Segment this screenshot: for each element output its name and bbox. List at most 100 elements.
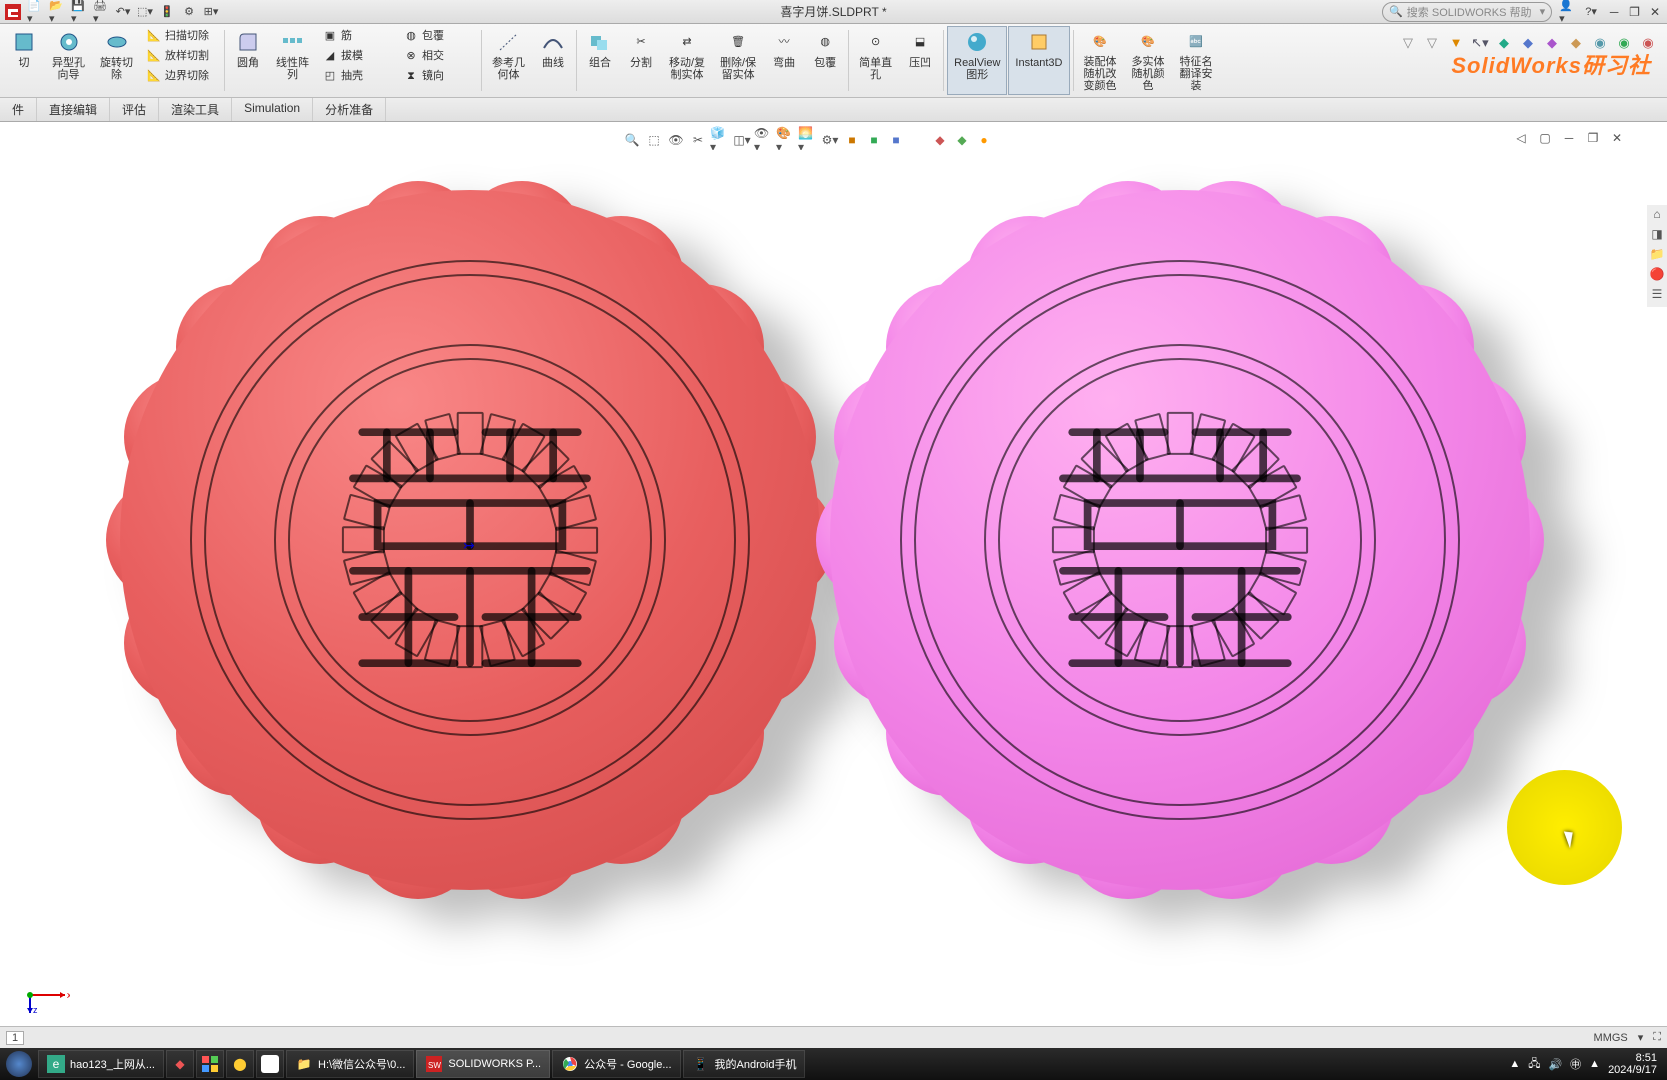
- task-app4[interactable]: [256, 1050, 284, 1078]
- revolved-cut-button[interactable]: 旋转切 除: [93, 26, 140, 95]
- open-icon[interactable]: 📂▾: [48, 3, 66, 21]
- appearance-icon[interactable]: 🎨▾: [776, 130, 796, 150]
- rebuild-icon[interactable]: 🚦: [158, 3, 176, 21]
- vp-close-icon[interactable]: ✕: [1607, 128, 1627, 148]
- restore-button[interactable]: ❐: [1627, 5, 1643, 21]
- taskpane-library-icon[interactable]: 📁: [1648, 247, 1666, 265]
- vp-right-icon[interactable]: ▢: [1535, 128, 1555, 148]
- task-app1[interactable]: ◆: [166, 1050, 194, 1078]
- task-android[interactable]: 📱我的Android手机: [683, 1050, 806, 1078]
- units-label[interactable]: MMGS: [1594, 1032, 1628, 1044]
- filter-icon[interactable]: ▽: [1399, 35, 1417, 53]
- undo-icon[interactable]: ↶▾: [114, 3, 132, 21]
- vp-max-icon[interactable]: ❐: [1583, 128, 1603, 148]
- prev-view-icon[interactable]: 👁: [666, 130, 686, 150]
- status-dropdown-icon[interactable]: ▾: [1638, 1031, 1644, 1044]
- mooncake-pink[interactable]: [830, 190, 1530, 890]
- simple-hole-button[interactable]: ⊙简单直 孔: [852, 26, 899, 95]
- cube3-icon[interactable]: ■: [886, 130, 906, 150]
- vp-left-icon[interactable]: ◁: [1511, 128, 1531, 148]
- indent-button[interactable]: ⬓压凹: [900, 26, 940, 95]
- tab-render-tools[interactable]: 渲染工具: [159, 98, 232, 121]
- cube2-icon[interactable]: ■: [864, 130, 884, 150]
- tab-parts[interactable]: 件: [0, 98, 37, 121]
- zoom-area-icon[interactable]: ⬚: [644, 130, 664, 150]
- options-icon[interactable]: ⚙: [180, 3, 198, 21]
- taskpane-properties-icon[interactable]: ☰: [1648, 287, 1666, 305]
- cut-button[interactable]: 切: [4, 26, 44, 95]
- mooncake-red[interactable]: ↣: [120, 190, 820, 890]
- rib-button[interactable]: ▣筋: [317, 26, 397, 46]
- tray-alert-icon[interactable]: ▲: [1589, 1058, 1600, 1070]
- wrap2-button[interactable]: ◍包覆: [805, 26, 845, 95]
- settings-icon[interactable]: ⊞▾: [202, 3, 220, 21]
- sheet-tab[interactable]: 1: [6, 1031, 24, 1045]
- realview-button[interactable]: RealView 图形: [947, 26, 1007, 95]
- tab-evaluate[interactable]: 评估: [110, 98, 159, 121]
- ref-geometry-button[interactable]: 参考几 何体: [485, 26, 532, 95]
- delete-keep-button[interactable]: 🗑删除/保 留实体: [713, 26, 763, 95]
- new-icon[interactable]: 📄▾: [26, 3, 44, 21]
- zoom-fit-icon[interactable]: 🔍: [622, 130, 642, 150]
- move-copy-button[interactable]: ⇄移动/复 制实体: [662, 26, 712, 95]
- vp-min-icon[interactable]: ─: [1559, 128, 1579, 148]
- display-style-icon[interactable]: ◫▾: [732, 130, 752, 150]
- scene-icon[interactable]: 🌅▾: [798, 130, 818, 150]
- help-search-input[interactable]: 🔍搜索 SOLIDWORKS 帮助▾: [1382, 2, 1552, 22]
- view-orient-icon[interactable]: 🧊▾: [710, 130, 730, 150]
- extra1-icon[interactable]: ◆: [930, 130, 950, 150]
- wrap-button[interactable]: ◍包覆: [398, 26, 478, 46]
- loft-cut-button[interactable]: 📐放样切割: [141, 46, 221, 66]
- task-folder[interactable]: 📁H:\微信公众号\0...: [286, 1050, 414, 1078]
- cube1-icon[interactable]: ■: [842, 130, 862, 150]
- axis-triad[interactable]: x z: [20, 965, 70, 1015]
- taskpane-resources-icon[interactable]: ◨: [1648, 227, 1666, 245]
- intersect-button[interactable]: ⊗相交: [398, 46, 478, 66]
- flex-button[interactable]: 〰弯曲: [764, 26, 804, 95]
- boundary-cut-button[interactable]: 📐边界切除: [141, 66, 221, 86]
- tray-ime-icon[interactable]: ㊥: [1570, 1056, 1581, 1072]
- task-app3[interactable]: ⬤: [226, 1050, 254, 1078]
- hide-show-icon[interactable]: 👁▾: [754, 130, 774, 150]
- hole-wizard-button[interactable]: 异型孔 向导: [45, 26, 92, 95]
- split-button[interactable]: ✂分割: [621, 26, 661, 95]
- task-app2[interactable]: [196, 1050, 224, 1078]
- view-settings-icon[interactable]: ⚙▾: [820, 130, 840, 150]
- tab-analysis-prep[interactable]: 分析准备: [313, 98, 386, 121]
- tab-direct-edit[interactable]: 直接编辑: [37, 98, 110, 121]
- task-hao123[interactable]: ehao123_上网从...: [38, 1050, 164, 1078]
- task-chrome[interactable]: 公众号 - Google...: [552, 1050, 680, 1078]
- user-icon[interactable]: 👤▾: [1558, 3, 1576, 21]
- tab-simulation[interactable]: Simulation: [232, 98, 313, 121]
- taskpane-home-icon[interactable]: ⌂: [1648, 207, 1666, 225]
- task-solidworks[interactable]: SWSOLIDWORKS P...: [416, 1050, 550, 1078]
- extra2-icon[interactable]: ◆: [952, 130, 972, 150]
- feature-translate-button[interactable]: 🔤特征名 翻译安 装: [1173, 26, 1220, 95]
- tray-up-icon[interactable]: ▲: [1509, 1058, 1520, 1070]
- tray-net-icon[interactable]: 🖧: [1528, 1055, 1540, 1074]
- save-icon[interactable]: 💾▾: [70, 3, 88, 21]
- mirror-button[interactable]: ⧗镜向: [398, 66, 478, 86]
- status-maximize-icon[interactable]: ⛶: [1653, 1031, 1661, 1044]
- sw-logo-icon[interactable]: [4, 3, 22, 21]
- instant3d-button[interactable]: Instant3D: [1008, 26, 1069, 95]
- multibody-color-button[interactable]: 🎨多实体 随机颜 色: [1125, 26, 1172, 95]
- filter2-icon[interactable]: ▽: [1423, 35, 1441, 53]
- tray-clock[interactable]: 8:512024/9/17: [1608, 1052, 1657, 1076]
- shell-button[interactable]: ◰抽壳: [317, 66, 397, 86]
- select-icon[interactable]: ⬚▾: [136, 3, 154, 21]
- swept-cut-button[interactable]: 📐扫描切除: [141, 26, 221, 46]
- start-button[interactable]: [6, 1051, 32, 1077]
- extra3-icon[interactable]: ●: [974, 130, 994, 150]
- curves-button[interactable]: 曲线: [533, 26, 573, 95]
- graphics-viewport[interactable]: ↣: [0, 150, 1647, 1020]
- draft-button[interactable]: ◢拔模: [317, 46, 397, 66]
- help-icon[interactable]: ?▾: [1582, 3, 1600, 21]
- print-icon[interactable]: 🖨▾: [92, 3, 110, 21]
- minimize-button[interactable]: ─: [1606, 5, 1622, 21]
- assembly-color-button[interactable]: 🎨装配体 随机改 变颜色: [1077, 26, 1124, 95]
- taskpane-appearance-icon[interactable]: 🔴: [1648, 267, 1666, 285]
- fillet-button[interactable]: 圆角: [228, 26, 268, 95]
- combine-button[interactable]: 组合: [580, 26, 620, 95]
- linear-pattern-button[interactable]: 线性阵 列: [269, 26, 316, 95]
